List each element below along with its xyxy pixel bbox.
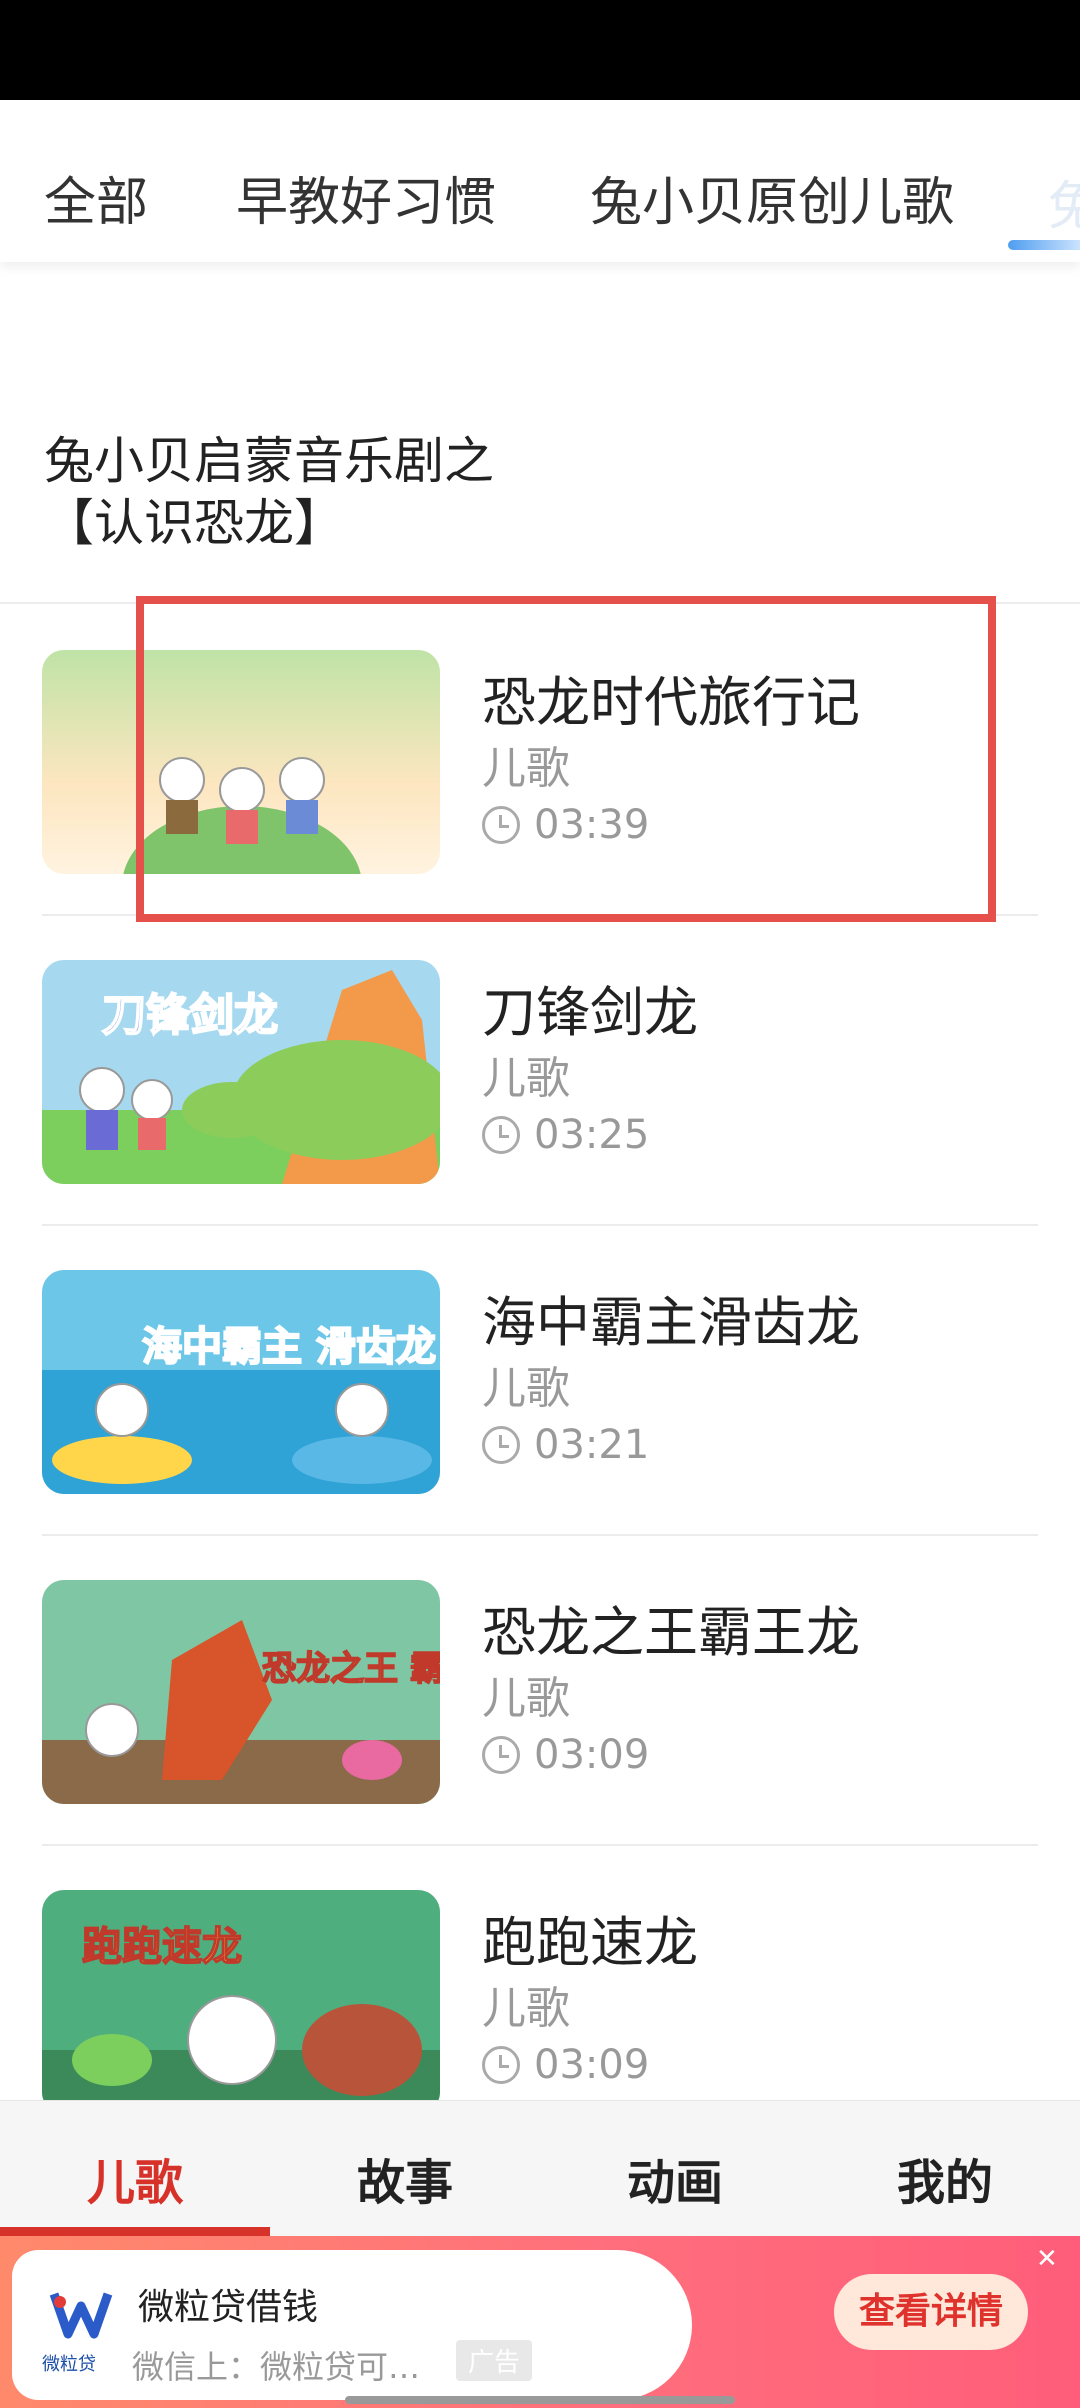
bottom-navigation: 儿歌 故事 动画 我的: [0, 2100, 1080, 2237]
close-icon[interactable]: ✕: [1036, 2244, 1058, 2274]
thumb-caption: 恐龙之王 霸王龙: [262, 1649, 440, 1689]
tab-original-songs[interactable]: 兔小贝原创儿歌: [590, 160, 954, 235]
ad-logo-text: 微粒贷: [42, 2354, 96, 2375]
item-category: 儿歌: [482, 1983, 570, 2034]
duration-text: 03:09: [534, 2042, 650, 2088]
clock-icon: [482, 2046, 520, 2084]
item-category: 儿歌: [482, 1363, 570, 1414]
section-title: 兔小贝启蒙音乐剧之 【认识恐龙】: [44, 430, 494, 554]
tab-indicator: [1008, 240, 1080, 250]
item-category: 儿歌: [482, 1053, 570, 1104]
item-duration: 03:25: [482, 1112, 649, 1158]
video-thumbnail[interactable]: 恐龙之王 霸王龙: [42, 1580, 440, 1804]
thumb-caption: 海中霸主 滑齿龙: [142, 1324, 436, 1370]
duration-text: 03:09: [534, 1732, 650, 1778]
list-item[interactable]: 海中霸主 滑齿龙 海中霸主滑齿龙 儿歌 03:21: [0, 1226, 1080, 1536]
thumb-caption: 跑跑速龙: [82, 1924, 242, 1970]
nav-mine[interactable]: 我的: [810, 2143, 1080, 2213]
duration-text: 03:25: [534, 1112, 650, 1158]
item-duration: 03:09: [482, 1732, 649, 1778]
tab-all[interactable]: 全部: [44, 160, 148, 235]
item-duration: 03:21: [482, 1422, 649, 1468]
video-thumbnail[interactable]: 刀锋剑龙: [42, 960, 440, 1184]
ad-card[interactable]: 微粒贷 微粒贷借钱 微信上：微粒贷可… 广告: [12, 2250, 692, 2400]
clock-icon: [482, 1426, 520, 1464]
tab-early-education[interactable]: 早教好习惯: [236, 160, 496, 235]
item-title: 跑跑速龙: [482, 1911, 698, 1974]
clock-icon: [482, 1116, 520, 1154]
ad-title: 微粒贷借钱: [138, 2287, 319, 2328]
item-title: 刀锋剑龙: [482, 981, 698, 1044]
duration-text: 03:21: [534, 1422, 650, 1468]
clock-icon: [482, 1736, 520, 1774]
item-category: 儿歌: [482, 1673, 570, 1724]
thumb-caption: 刀锋剑龙: [102, 990, 278, 1041]
ad-subtitle: 微信上：微粒贷可…: [132, 2348, 421, 2386]
item-title: 海中霸主滑齿龙: [482, 1291, 860, 1354]
home-indicator[interactable]: [345, 2396, 735, 2404]
list-item[interactable]: 恐龙之王 霸王龙 恐龙之王霸王龙 儿歌 03:09: [0, 1536, 1080, 1846]
list-item[interactable]: 刀锋剑龙 刀锋剑龙 儿歌 03:25: [0, 916, 1080, 1226]
selection-highlight-box: [136, 596, 996, 922]
tab-partial[interactable]: 兔: [1048, 164, 1080, 239]
item-duration: 03:09: [482, 2042, 649, 2088]
section-title-line2: 【认识恐龙】: [44, 494, 344, 552]
section-title-line1: 兔小贝启蒙音乐剧之: [44, 432, 494, 490]
video-thumbnail[interactable]: 海中霸主 滑齿龙: [42, 1270, 440, 1494]
video-thumbnail[interactable]: 跑跑速龙: [42, 1890, 440, 2114]
status-bar: [0, 0, 1080, 100]
ad-tag: 广告: [456, 2340, 533, 2381]
nav-songs[interactable]: 儿歌: [0, 2143, 270, 2213]
category-tabs: 全部 早教好习惯 兔小贝原创儿歌 兔: [0, 100, 1080, 262]
ad-details-button[interactable]: 查看详情: [834, 2274, 1028, 2350]
nav-animation[interactable]: 动画: [540, 2143, 810, 2213]
ad-banner[interactable]: 微粒贷 微粒贷借钱 微信上：微粒贷可… 广告 查看详情 ✕: [0, 2236, 1080, 2408]
item-title: 恐龙之王霸王龙: [482, 1601, 860, 1664]
nav-stories[interactable]: 故事: [270, 2143, 540, 2213]
